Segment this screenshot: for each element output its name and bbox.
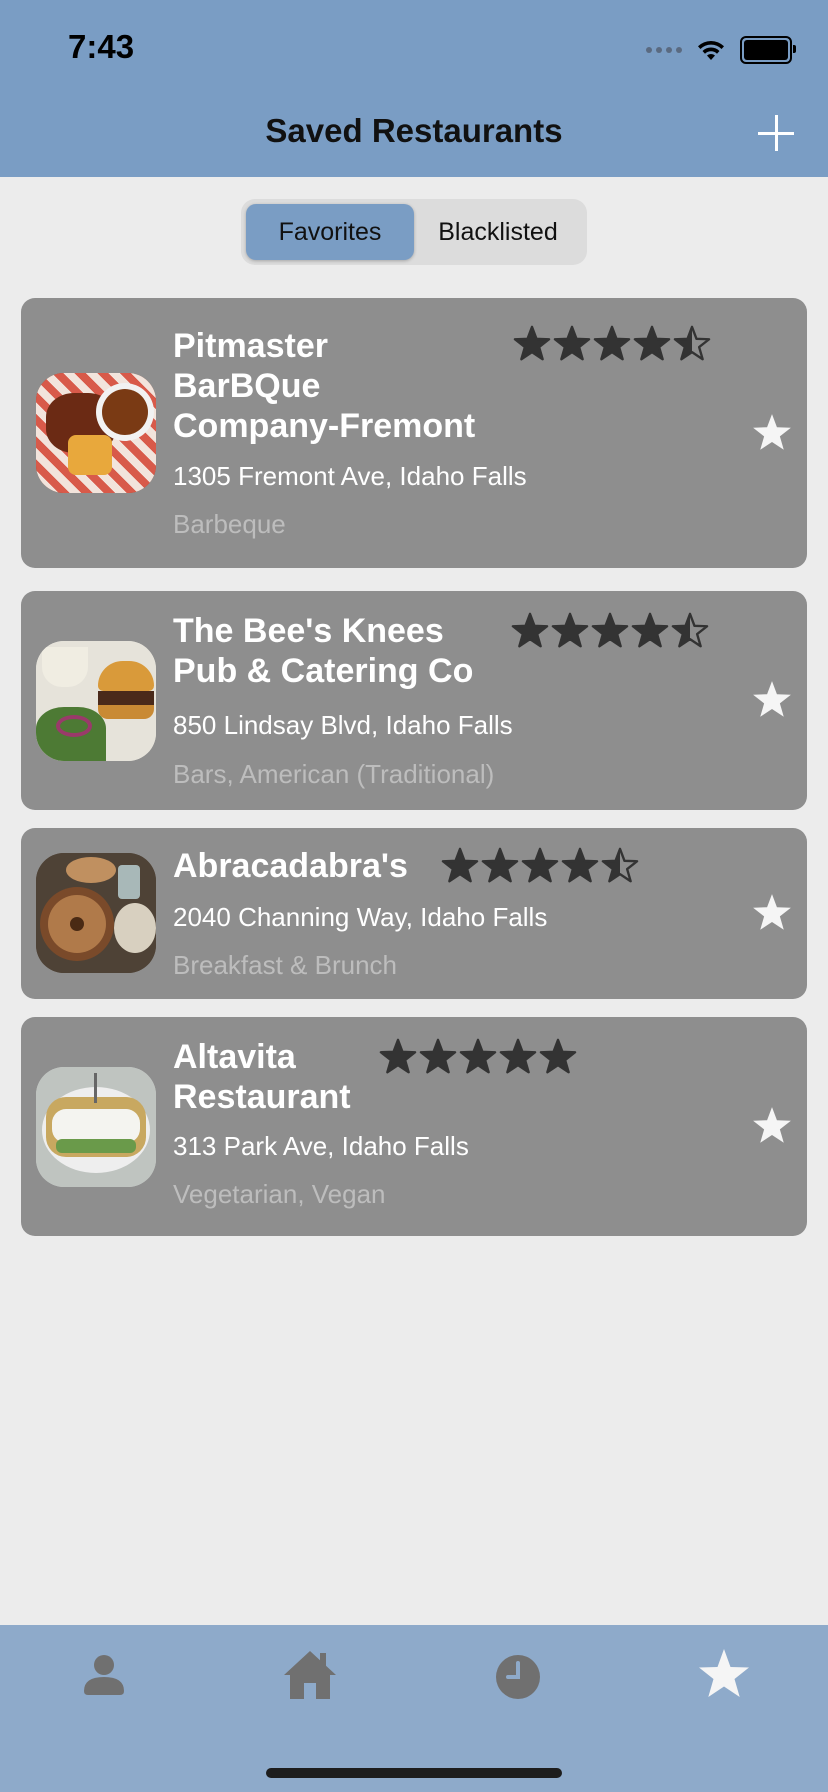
star-full-icon: [553, 325, 591, 361]
star-half-icon: [601, 847, 639, 883]
favorites-star-icon[interactable]: [694, 1645, 754, 1705]
restaurant-categories: Bars, American (Traditional): [173, 759, 495, 789]
battery-icon: [740, 36, 796, 64]
star-rating: [379, 1038, 577, 1078]
restaurant-card[interactable]: The Bee's Knees Pub & Catering Co 850 Li…: [21, 591, 807, 810]
star-full-icon: [511, 612, 549, 648]
page-title: Saved Restaurants: [265, 112, 563, 149]
star-full-icon: [591, 612, 629, 648]
restaurant-card[interactable]: Abracadabra's 2040 Channing Way, Idaho F…: [21, 828, 807, 999]
restaurant-card[interactable]: Altavita Restaurant 313 Park Ave, Idaho …: [21, 1017, 807, 1236]
home-indicator: [266, 1768, 562, 1778]
restaurant-thumbnail: [36, 641, 156, 761]
star-full-icon: [419, 1038, 457, 1074]
star-full-icon: [441, 847, 479, 883]
favorite-star-icon[interactable]: [751, 679, 793, 721]
status-time: 7:43: [68, 28, 135, 65]
star-full-icon: [513, 325, 551, 361]
favorites-blacklist-segmented-control: Favorites Blacklisted: [241, 199, 587, 265]
star-full-icon: [593, 325, 631, 361]
star-full-icon: [633, 325, 671, 361]
star-full-icon: [561, 847, 599, 883]
star-full-icon: [539, 1038, 577, 1074]
status-indicators: [646, 36, 796, 64]
restaurant-name: The Bee's Knees Pub & Catering Co: [173, 612, 474, 690]
nav-header: 7:43 Saved Restaurants: [0, 0, 828, 177]
restaurant-name: Abracadabra's: [173, 847, 408, 885]
history-icon[interactable]: [488, 1645, 548, 1705]
restaurant-address: 2040 Channing Way, Idaho Falls: [173, 902, 548, 932]
star-half-icon: [671, 612, 709, 648]
favorite-star-icon[interactable]: [751, 412, 793, 454]
star-rating: [441, 847, 639, 887]
restaurant-categories: Barbeque: [173, 509, 286, 539]
star-full-icon: [521, 847, 559, 883]
add-restaurant-button[interactable]: [756, 113, 796, 153]
restaurant-categories: Breakfast & Brunch: [173, 950, 397, 980]
star-full-icon: [379, 1038, 417, 1074]
restaurant-card[interactable]: Pitmaster BarBQue Company-Fremont 1305 F…: [21, 298, 807, 568]
star-rating: [513, 325, 711, 365]
home-icon[interactable]: [280, 1645, 340, 1705]
restaurant-categories: Vegetarian, Vegan: [173, 1179, 386, 1209]
segment-favorites[interactable]: Favorites: [246, 204, 414, 260]
star-full-icon: [631, 612, 669, 648]
cellular-signal-icon: [646, 47, 682, 53]
restaurant-address: 313 Park Ave, Idaho Falls: [173, 1131, 469, 1161]
star-full-icon: [459, 1038, 497, 1074]
tab-bar: [0, 1625, 828, 1792]
star-half-icon: [673, 325, 711, 361]
restaurant-name: Altavita Restaurant: [173, 1038, 351, 1116]
favorite-star-icon[interactable]: [751, 892, 793, 934]
restaurant-thumbnail: [36, 1067, 156, 1187]
profile-icon[interactable]: [74, 1645, 134, 1705]
restaurant-thumbnail: [36, 853, 156, 973]
star-full-icon: [481, 847, 519, 883]
restaurant-name: Pitmaster BarBQue Company-Fremont: [173, 327, 476, 445]
star-full-icon: [499, 1038, 537, 1074]
favorite-star-icon[interactable]: [751, 1105, 793, 1147]
restaurant-thumbnail: [36, 373, 156, 493]
restaurant-address: 1305 Fremont Ave, Idaho Falls: [173, 461, 527, 491]
segment-blacklisted[interactable]: Blacklisted: [414, 204, 582, 260]
wifi-icon: [698, 40, 724, 60]
star-rating: [511, 612, 709, 652]
star-full-icon: [551, 612, 589, 648]
restaurant-address: 850 Lindsay Blvd, Idaho Falls: [173, 710, 513, 740]
